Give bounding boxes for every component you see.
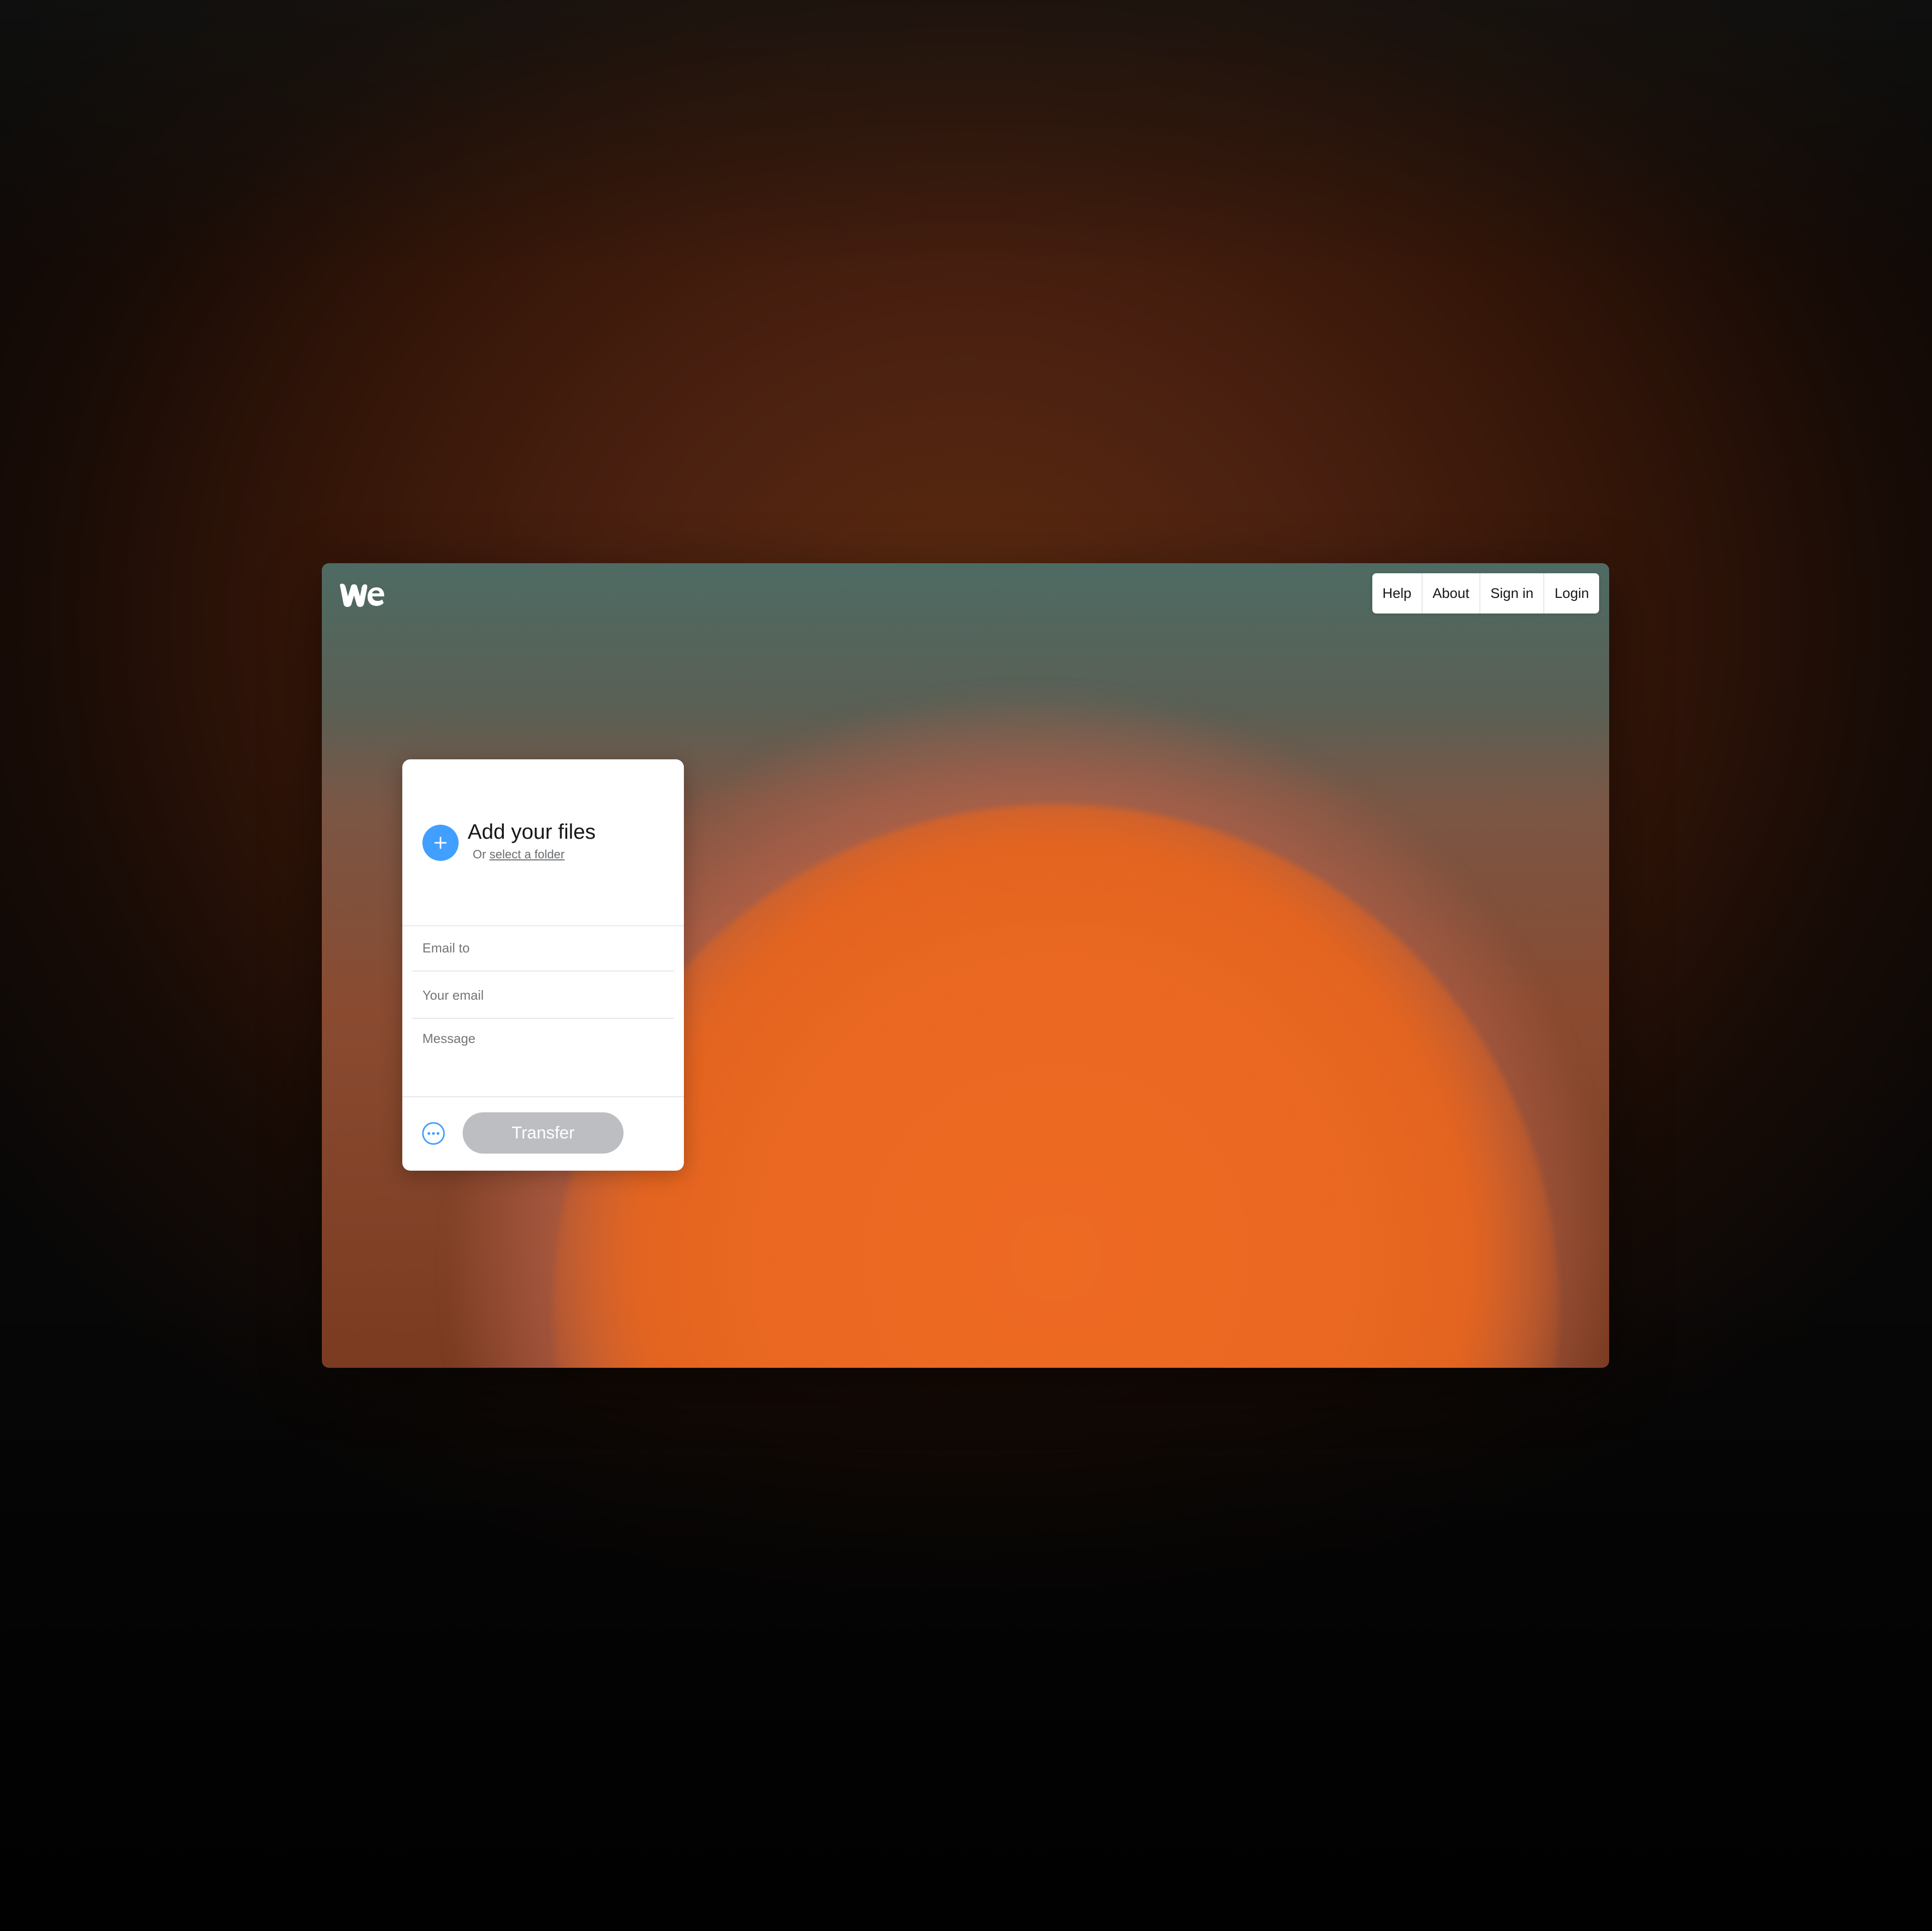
upload-title: Add your files (468, 820, 596, 843)
add-files-button[interactable] (422, 825, 459, 861)
upload-area[interactable]: Add your files Or select a folder (402, 759, 684, 926)
more-options-button[interactable] (421, 1121, 446, 1146)
upload-subtitle: Or select a folder (473, 848, 565, 862)
wetransfer-logo-icon[interactable] (339, 582, 385, 608)
browser-window: Help About Sign in Login Add your files … (322, 563, 1609, 1368)
plus-icon (434, 837, 447, 849)
transfer-button[interactable]: Transfer (463, 1112, 624, 1154)
your-email-input[interactable] (412, 973, 674, 1019)
message-textarea[interactable] (412, 1020, 674, 1095)
email-to-input[interactable] (412, 925, 674, 972)
upload-sub-prefix: Or (473, 848, 486, 861)
select-folder-link[interactable]: select a folder (489, 848, 564, 861)
nav-login[interactable]: Login (1544, 573, 1599, 613)
transfer-panel: Add your files Or select a folder Transf… (402, 759, 684, 1171)
top-navigation: Help About Sign in Login (1372, 573, 1599, 613)
nav-help[interactable]: Help (1372, 573, 1423, 613)
ellipsis-circle-icon (422, 1122, 445, 1145)
nav-sign-in[interactable]: Sign in (1480, 573, 1545, 613)
panel-footer: Transfer (402, 1096, 684, 1171)
nav-about[interactable]: About (1423, 573, 1480, 613)
